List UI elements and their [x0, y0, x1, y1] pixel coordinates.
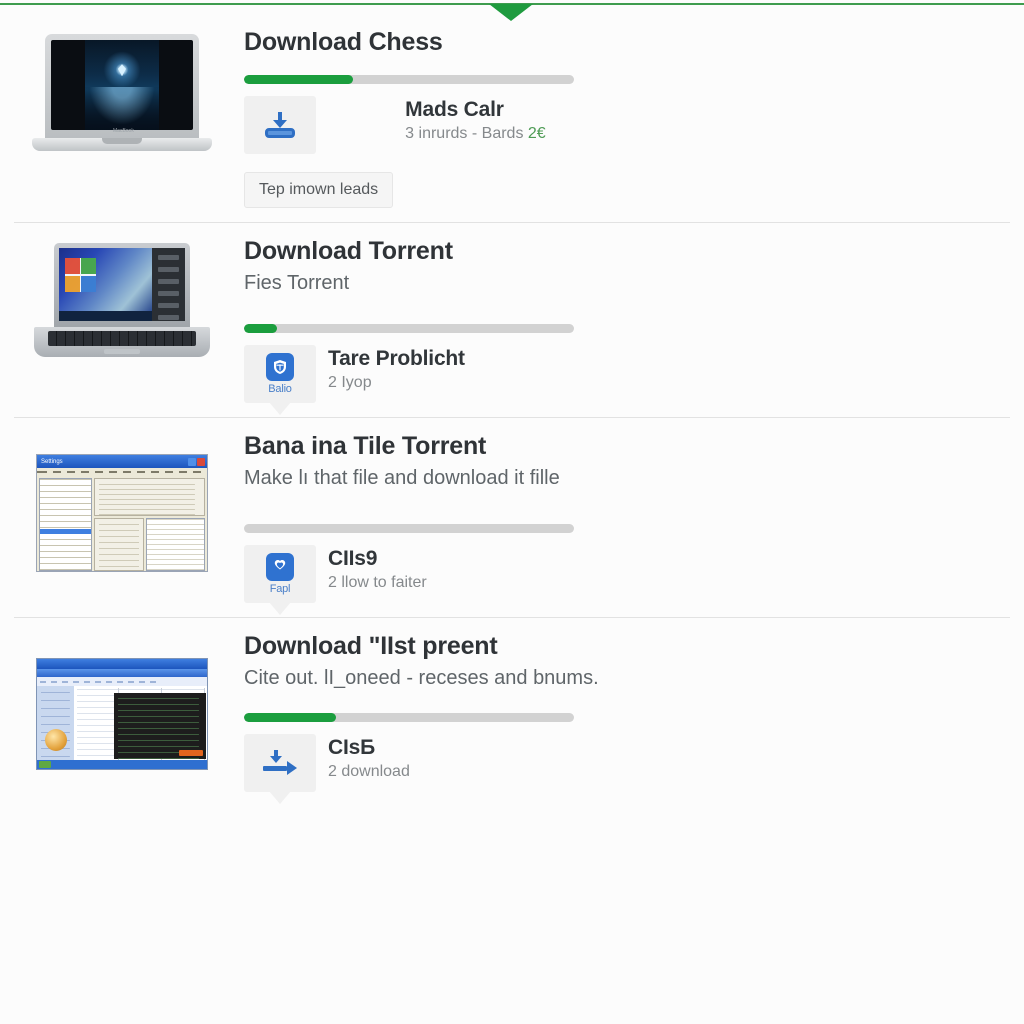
item-meta: CIIs9 2 llow to faiter	[328, 545, 427, 592]
list-item[interactable]: Settings Bana ina Tile Torrent Make lı t…	[0, 418, 1024, 616]
download-progress-bar	[244, 713, 574, 723]
list-item[interactable]: MacBook Download Chess Tep imown leads M…	[0, 14, 1024, 222]
download-badge[interactable]	[244, 96, 316, 154]
badge-row: CIsБ 2 download	[244, 734, 994, 805]
page-title: Download Chess	[244, 28, 443, 56]
meta-title: Mads Calr	[405, 98, 504, 121]
badge-sublabel: Fapl	[269, 582, 291, 595]
item-thumbnail: MacBook	[0, 28, 244, 166]
progress-fill	[244, 713, 337, 723]
list-item[interactable]: Download ʺIIst preent Cite out. lI_oneed…	[0, 618, 1024, 806]
meta-sub-text: 3 inrurds - Bards	[405, 124, 524, 142]
page-title: Bana ina Tile Torrent	[244, 432, 487, 461]
windows-explorer-console-thumbnail	[36, 657, 208, 770]
badge-row: Fapl CIIs9 2 llow to faiter	[244, 544, 994, 615]
page-title: Download ʺIIst preent	[244, 631, 498, 660]
top-accent-bar	[0, 0, 1024, 21]
badge-sublabel: Balio	[268, 383, 292, 396]
download-progress-bar	[244, 523, 574, 533]
page-title: Download Torrent	[244, 237, 453, 265]
progress-container	[244, 324, 574, 334]
progress-fill	[244, 75, 353, 84]
tooltip-content: Tep imown leads	[244, 172, 394, 208]
list-item[interactable]: Download Torrent Fies Torrent Balio Tare…	[0, 223, 1024, 417]
download-badge[interactable]: Fapl	[244, 544, 316, 615]
meta-subtitle: 2 download	[328, 762, 410, 780]
meta-title: CIIs9	[328, 546, 378, 570]
item-meta: CIsБ 2 download	[328, 734, 410, 781]
item-thumbnail: Settings	[0, 432, 244, 573]
item-meta: Tare Problicht 2 Iyop	[328, 345, 465, 392]
progress-fill	[244, 324, 277, 334]
page-subtitle: Cite out. lI_oneed - receses and bnums.	[244, 666, 599, 689]
meta-title: CIsБ	[328, 736, 375, 760]
progress-container	[244, 713, 574, 723]
item-thumbnail	[0, 237, 244, 361]
meta-subtitle: 2 llow to faiter	[328, 573, 427, 591]
progress-container	[244, 523, 574, 533]
download-badge[interactable]	[244, 734, 316, 805]
page-subtitle: Fies Torrent	[244, 272, 350, 294]
badge-row: Tep imown leads Mads Calr 3 inrurds - Ba…	[244, 96, 994, 208]
download-tray-icon	[265, 112, 295, 138]
download-progress-bar	[244, 324, 574, 334]
download-forward-arrow-icon	[263, 750, 297, 776]
page-subtitle: Make lı that file and download it fille	[244, 467, 560, 490]
download-badge[interactable]: Balio	[244, 345, 316, 416]
item-meta: Mads Calr 3 inrurds - Bards 2€	[405, 96, 546, 143]
meta-subtitle: 3 inrurds - Bards 2€	[405, 125, 546, 143]
item-thumbnail	[0, 632, 244, 770]
blue-app-tile-icon	[266, 353, 294, 382]
download-progress-bar	[244, 75, 574, 84]
macbook-nature-wallpaper-thumbnail: MacBook	[32, 34, 212, 166]
progress-container	[244, 75, 574, 84]
meta-subtitle: 2 Iyop	[328, 374, 372, 392]
blue-shield-tile-icon	[266, 552, 294, 581]
windows-laptop-desktop-thumbnail	[34, 243, 210, 361]
download-list: MacBook Download Chess Tep imown leads M…	[0, 14, 1024, 806]
badge-row: Balio Tare Problicht 2 Iyop	[244, 345, 994, 416]
meta-sub-suffix: 2€	[527, 124, 546, 142]
windows-xp-dialog-thumbnail: Settings	[36, 454, 208, 573]
meta-title: Tare Problicht	[328, 347, 465, 371]
